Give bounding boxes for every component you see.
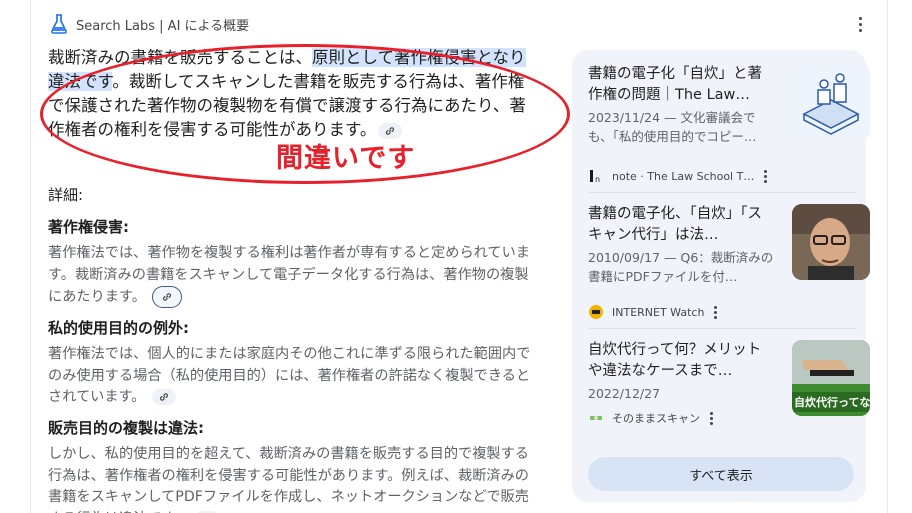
- source-snippet: 2022/12/27: [588, 386, 661, 401]
- source-thumbnail[interactable]: 自炊代行ってな: [792, 340, 870, 416]
- source-more-icon[interactable]: [764, 169, 768, 183]
- show-all-button[interactable]: すべて表示: [588, 457, 854, 491]
- source-more-icon[interactable]: [714, 305, 718, 319]
- sources-panel: 書籍の電子化「自炊」と著作権の問題｜The Law… 2023/11/24 — …: [572, 50, 870, 502]
- section-title: 販売目的の複製は違法:: [48, 419, 204, 437]
- source-card[interactable]: 自炊代行って何？メリットや違法なケースまで… 2022/12/27 自炊代行って…: [588, 340, 870, 430]
- divider: [588, 328, 856, 329]
- ai-overview-header: Search Labs | AI による概要: [50, 12, 249, 36]
- section-title: 著作権侵害:: [48, 218, 129, 236]
- section-body: 著作権法では、個人的にまたは家庭内その他これに準ずる限られた範囲内でのみ使用する…: [48, 346, 531, 405]
- detail-section: 私的使用目的の例外: 著作権法では、個人的にまたは家庭内その他これに準ずる限られ…: [48, 317, 533, 409]
- internet-watch-favicon-icon: [588, 304, 604, 320]
- source-snippet: 2010/09/17 — Q6：裁断済みの書籍にPDFファイルを付…: [588, 250, 774, 284]
- sonomama-scan-favicon-icon: [588, 410, 604, 426]
- source-name: INTERNET Watch: [612, 305, 705, 319]
- source-card[interactable]: 書籍の電子化、「自炊」「スキャン代行」は法… 2010/09/17 — Q6：裁…: [588, 204, 870, 324]
- flask-icon: [51, 14, 67, 34]
- source-thumbnail[interactable]: [792, 64, 870, 140]
- divider: [588, 192, 856, 193]
- source-site[interactable]: INTERNET Watch: [588, 304, 718, 320]
- source-title[interactable]: 書籍の電子化、「自炊」「スキャン代行」は法…: [588, 204, 774, 246]
- section-body: 著作権法では、著作物を複製する権利は著作者が専有すると定められています。裁断済み…: [48, 243, 533, 309]
- citation-link-icon[interactable]: [152, 286, 183, 308]
- annotation-text: 間違いです: [276, 143, 416, 174]
- detail-section: 著作権侵害: 著作権法では、著作物を複製する権利は著作者が専有すると定められてい…: [48, 216, 533, 309]
- more-options-icon[interactable]: [852, 14, 868, 34]
- source-name: note · The Law School T…: [612, 169, 755, 183]
- source-title[interactable]: 自炊代行って何？メリットや違法なケースまで…: [588, 340, 774, 382]
- section-title: 私的使用目的の例外:: [48, 319, 189, 337]
- svg-text:n: n: [595, 175, 600, 183]
- source-site[interactable]: そのままスキャン: [588, 410, 713, 426]
- header-title: Search Labs | AI による概要: [76, 18, 250, 34]
- detail-section: 販売目的の複製は違法: しかし、私的使用目的を超えて、裁断済みの書籍を販売する目…: [48, 417, 533, 513]
- source-card[interactable]: 書籍の電子化「自炊」と著作権の問題｜The Law… 2023/11/24 — …: [588, 64, 870, 184]
- details-label: 詳細:: [48, 186, 84, 204]
- citation-link-icon[interactable]: [151, 389, 176, 405]
- source-name: そのままスキャン: [612, 412, 700, 425]
- note-favicon-icon: n: [588, 168, 604, 184]
- source-title[interactable]: 書籍の電子化「自炊」と著作権の問題｜The Law…: [588, 64, 774, 106]
- source-thumbnail[interactable]: [792, 204, 870, 280]
- thumbnail-caption: 自炊代行ってな: [792, 392, 870, 412]
- source-snippet: 2023/11/24 — 文化審議会でも、「私的使用目的でコピー…: [588, 110, 757, 144]
- source-site[interactable]: n note · The Law School T…: [588, 168, 768, 184]
- section-body: しかし、私的使用目的を超えて、裁断済みの書籍を販売する目的で複製する行為は、著作…: [48, 444, 533, 513]
- source-more-icon[interactable]: [710, 411, 713, 425]
